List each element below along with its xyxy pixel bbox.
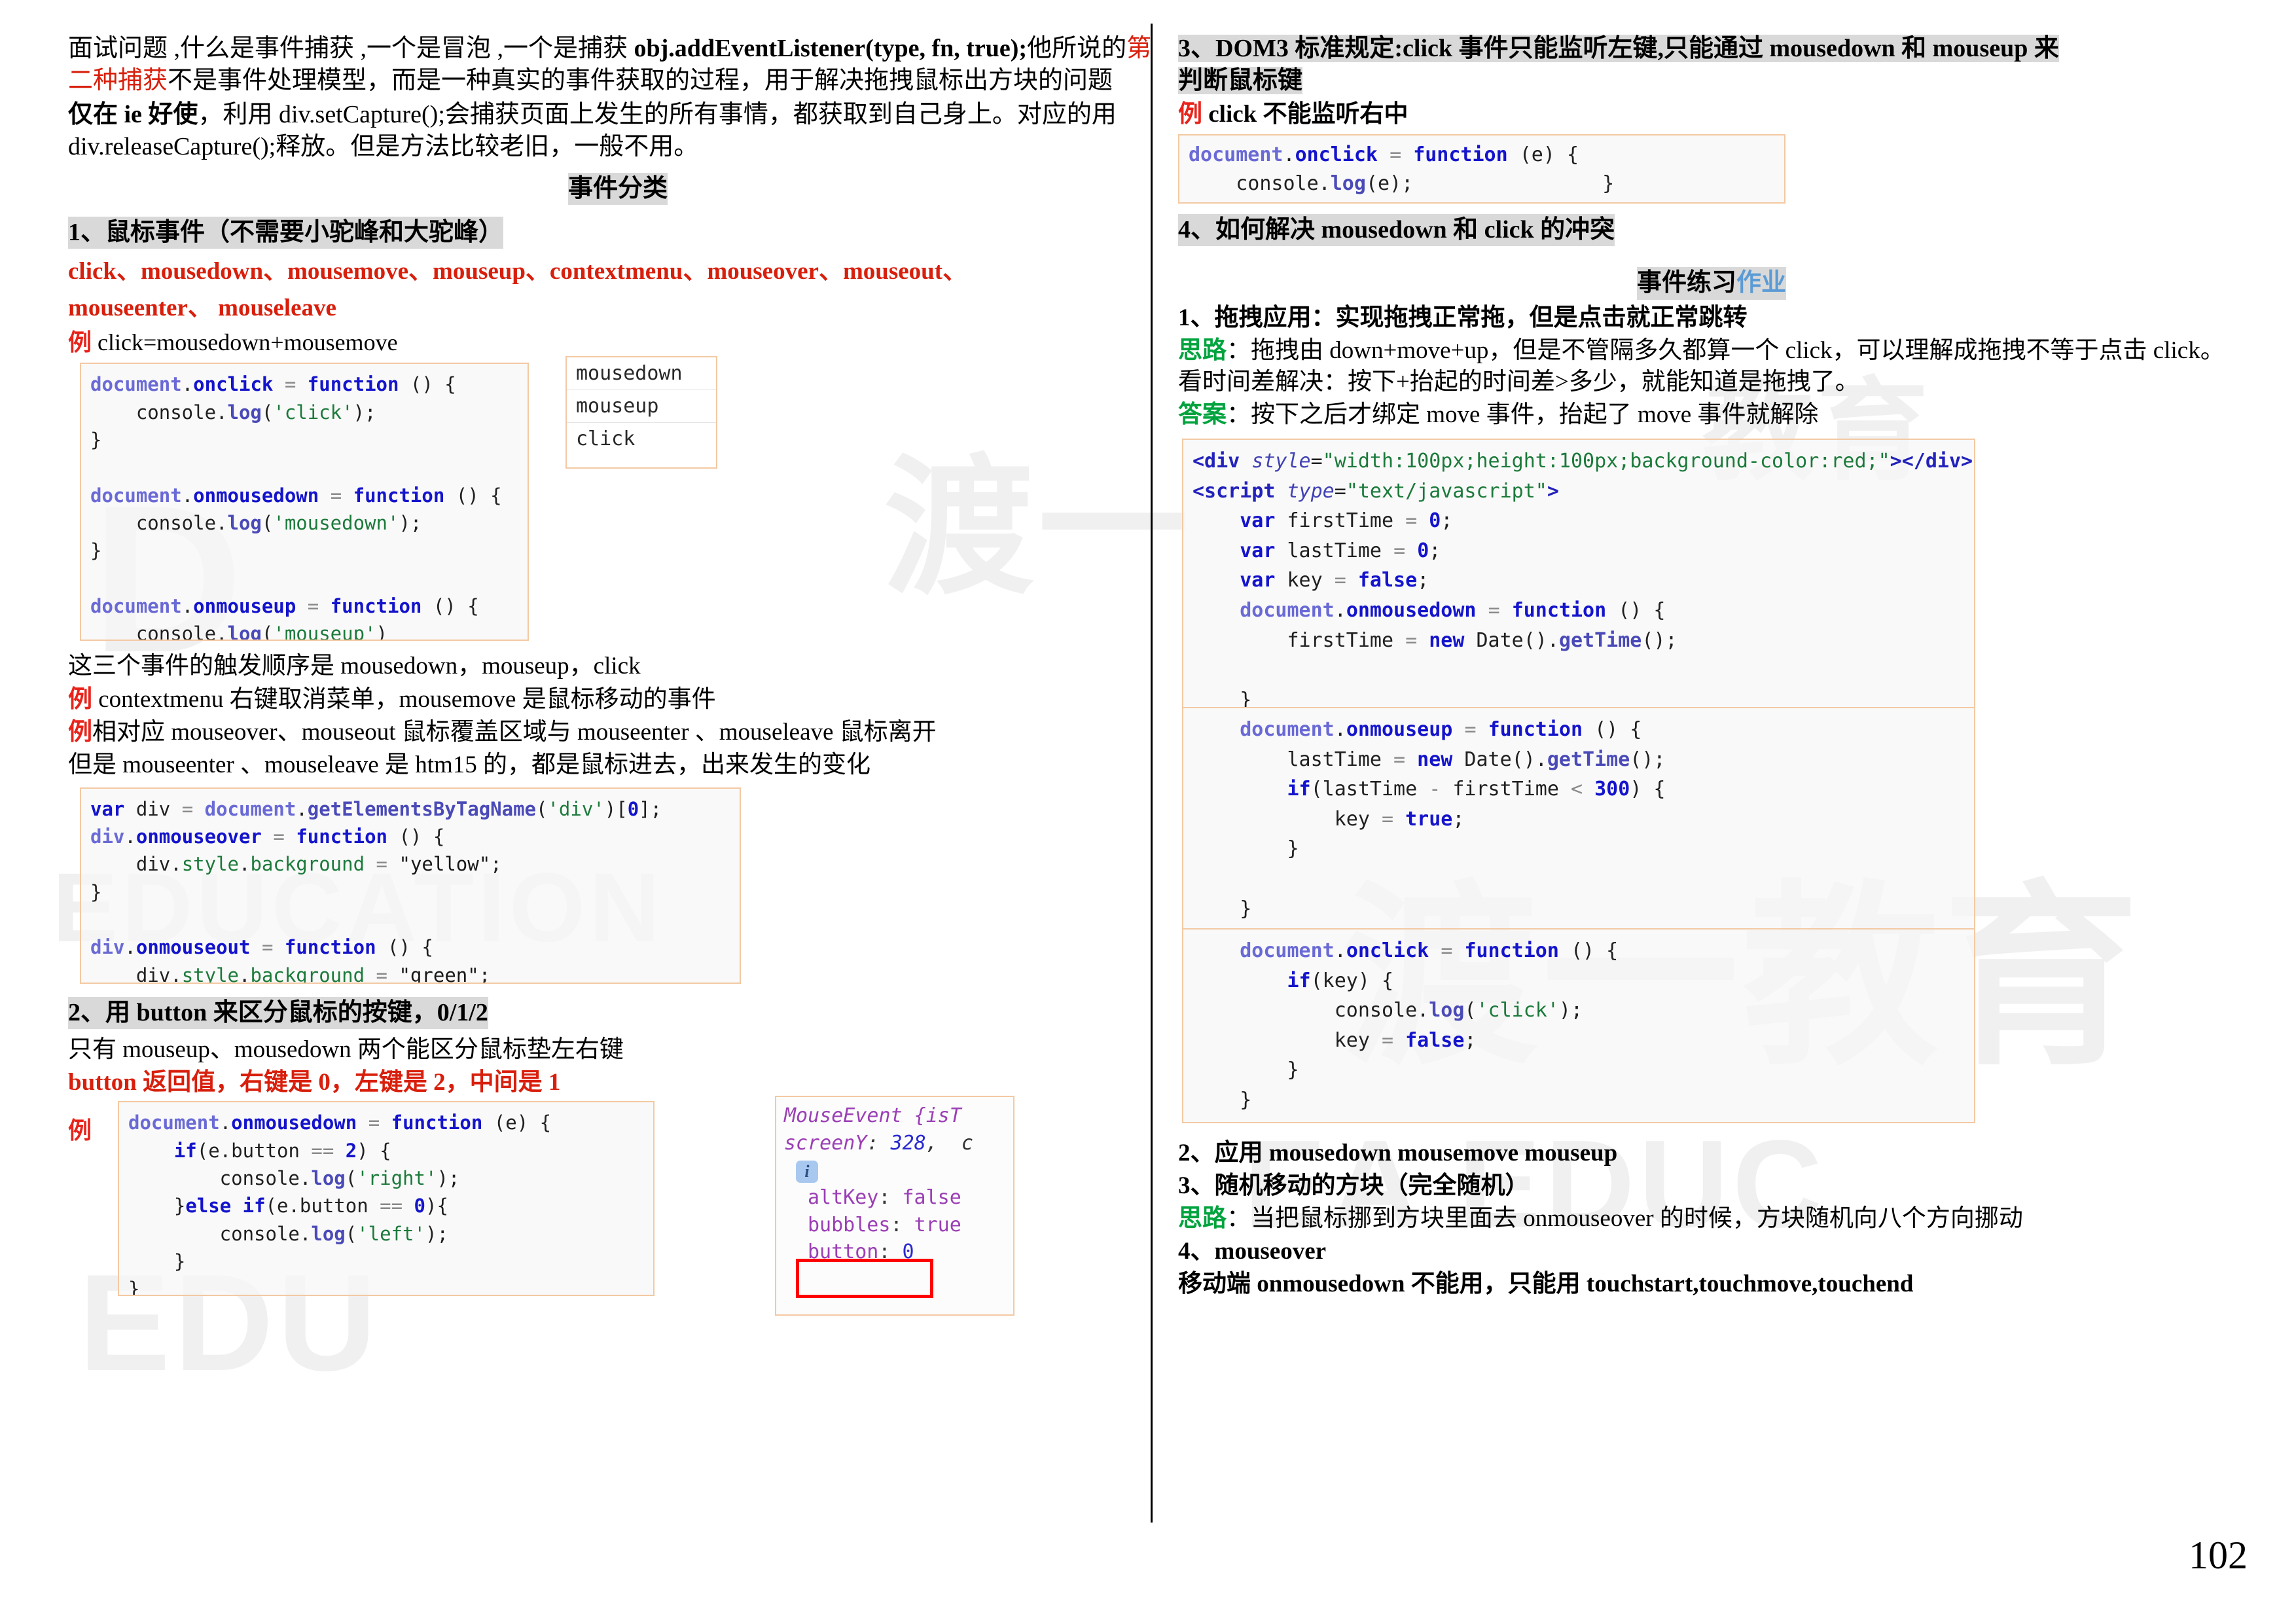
heading-mouse-events: 1、鼠标事件（不需要小驼峰和大驼峰）	[68, 216, 504, 249]
inspector-header-line: MouseEvent {isT	[784, 1102, 1007, 1129]
intro-api: obj.addEventListener(type, fn, true);	[634, 35, 1028, 62]
info-icon[interactable]: i	[796, 1161, 818, 1183]
only-mouseup-mousedown-text: 只有 mouseup、mousedown 两个能区分鼠标垫左右键	[68, 1036, 624, 1064]
ie-only-label: 仅在 ie 好使	[68, 100, 198, 128]
inspector-screeny-line: screenY: 328, c	[784, 1131, 973, 1155]
practice-title: 事件练习作业	[1636, 267, 1787, 300]
right-column: 3、DOM3 标准规定:click 事件只能监听左键,只能通过 mousedow…	[1178, 33, 2245, 1302]
heading-dom3-wrap: 3、DOM3 标准规定:click 事件只能监听左键,只能通过 mousedow…	[1178, 33, 2245, 98]
code3-region: 例 document.onmousedown = function (e) { …	[68, 1096, 1168, 1337]
events-classification-title: 事件分类	[567, 172, 668, 205]
heading-mouse-events-wrap: 1、鼠标事件（不需要小驼峰和大驼峰）	[68, 213, 1168, 251]
example-label: 例	[68, 718, 92, 746]
mouse-event-list-line2: mouseenter、 mouseleave	[68, 294, 336, 321]
practice-title-homework: 作业	[1736, 269, 1787, 297]
inspector-row: bubbles: true	[808, 1213, 961, 1236]
intro-paragraph: 面试问题 ,什么是事件捕获 ,一个是冒泡 ,一个是捕获 obj.addEvent…	[68, 33, 1168, 98]
page-number: 102	[2189, 1534, 2248, 1577]
button-return-value-text: button 返回值，右键是 0，左键是 2，中间是 1	[68, 1069, 561, 1096]
inspector-key: bubbles	[808, 1213, 891, 1236]
code-block-mouseover-mouseout: var div = document.getElementsByTagName(…	[80, 787, 741, 984]
inspector-screeny-key: screenY	[784, 1131, 867, 1155]
intro-line2-b: 不是事件处理模型，而是一种真实的事件获取的过程，用于解决拖拽鼠标出方块的问题	[168, 67, 1113, 95]
inspector-mouseevent-label: MouseEvent {isT	[784, 1104, 961, 1128]
heading-button-wrap: 2、用 button 来区分鼠标的按键，0/1/2	[68, 993, 1168, 1032]
practice-item-1-text: 实现拖拽正常拖，但是点击就正常跳转	[1335, 304, 1748, 331]
heading-button-distinguish: 2、用 button 来区分鼠标的按键，0/1/2	[68, 996, 488, 1030]
code-block-drag-part1: <div style="width:100px;height:100px;bac…	[1182, 439, 1975, 709]
example-click-no-right-text: click 不能监听右中	[1202, 100, 1408, 128]
example-click-equals: 例 click=mousedown+mousemove	[68, 327, 1168, 358]
inspector-value: 0	[902, 1240, 914, 1263]
heading-dom3-line1: 3、DOM3 标准规定:click 事件只能监听左键,只能通过 mousedow…	[1178, 35, 2059, 62]
inspector-value: false	[902, 1186, 961, 1210]
mouse-event-list-line1: click、mousedown、mousemove、mouseup、contex…	[68, 258, 967, 285]
idea-label: 思路	[1178, 1205, 1227, 1233]
idea-label: 思路	[1178, 336, 1227, 364]
idea-text: ：当把鼠标挪到方块里面去 onmouseover 的时候，方块随机向八个方向挪动	[1227, 1205, 2023, 1233]
inspector-key: altKey	[808, 1186, 879, 1210]
example-contextmenu: 例 contextmenu 右键取消菜单，mousemove 是鼠标移动的事件	[68, 684, 1168, 715]
practice-answer-1: 答案：按下之后才绑定 move 事件，抬起了 move 事件就解除	[1178, 399, 2245, 431]
example-click-text: click=mousedown+mousemove	[92, 329, 398, 355]
heading-mousedown-click-conflict: 4、如何解决 mousedown 和 click 的冲突	[1178, 213, 1615, 247]
document-page: 面试问题 ,什么是事件捕获 ,一个是冒泡 ,一个是捕获 obj.addEvent…	[0, 0, 2296, 1624]
example-label: 例	[68, 329, 92, 355]
console-output-box: mousedown mouseup click	[565, 356, 717, 469]
example-contextmenu-text: contextmenu 右键取消菜单，mousemove 是鼠标移动的事件	[92, 685, 716, 713]
code-block-click-mousedown-mouseup: document.onclick = function () { console…	[80, 363, 529, 641]
example-label: 例	[68, 1117, 92, 1144]
column-divider	[1151, 24, 1153, 1523]
console-row: mouseup	[567, 390, 716, 424]
inspector-screeny-tail: , c	[925, 1131, 973, 1155]
code-block-drag-part3: document.onclick = function () { if(key)…	[1182, 928, 1975, 1124]
intro-line1-a: 面试问题 ,什么是事件捕获 ,一个是冒泡 ,一个是捕获	[68, 35, 634, 62]
code-block-button-detect: document.onmousedown = function (e) { if…	[118, 1101, 655, 1297]
trigger-order-text: 这三个事件的触发顺序是 mousedown，mouseup，click	[68, 653, 641, 680]
example-label: 例	[1178, 100, 1202, 128]
answer-text: ：按下之后才绑定 move 事件，抬起了 move 事件就解除	[1227, 401, 1819, 428]
inspector-row: altKey: false	[808, 1186, 961, 1210]
ie-capture-text: ，利用 div.setCapture();会捕获页面上发生的所有事情，都获取到自…	[68, 100, 1117, 161]
ie-capture-paragraph: 仅在 ie 好使，利用 div.setCapture();会捕获页面上发生的所有…	[68, 99, 1168, 164]
practice-title-wrap: 事件练习作业	[1178, 263, 2245, 302]
practice-item-1-label: 1、拖拽应用：	[1178, 304, 1336, 331]
console-row: click	[576, 427, 636, 451]
code-block-onclick-log-event: document.onclick = function (e) { consol…	[1178, 134, 1785, 204]
heading-dom3-line2: 判断鼠标键	[1178, 67, 1303, 95]
code1-region: document.onclick = function () { console…	[68, 356, 1168, 651]
events-classification-title-wrap: 事件分类	[68, 169, 1168, 208]
heading-conflict-wrap: 4、如何解决 mousedown 和 click 的冲突	[1178, 210, 2245, 249]
inspector-row-button: button: 0	[808, 1240, 914, 1263]
example-mouseover-text: 相对应 mouseover、mouseout 鼠标覆盖区域与 mouseente…	[92, 718, 937, 746]
practice-item-1: 1、拖拽应用：实现拖拽正常拖，但是点击就正常跳转	[1178, 302, 2245, 334]
inspector-screeny-value: 328	[890, 1131, 926, 1155]
practice-idea-3: 思路：当把鼠标挪到方块里面去 onmouseover 的时候，方块随机向八个方向…	[1178, 1203, 2245, 1235]
console-row: mousedown	[567, 357, 716, 391]
inspector-value: true	[914, 1213, 961, 1236]
mouseenter-note: 但是 mouseenter 、mouseleave 是 htm15 的，都是鼠标…	[68, 751, 871, 778]
code-block-drag-part2: document.onmouseup = function () { lastT…	[1182, 707, 1975, 930]
example-label: 例	[68, 685, 92, 713]
answer-label: 答案	[1178, 401, 1227, 428]
example-mouseover-mouseout: 例相对应 mouseover、mouseout 鼠标覆盖区域与 mouseent…	[68, 717, 1168, 748]
practice-title-main: 事件练习	[1636, 269, 1736, 297]
example-click-no-right: 例 click 不能监听右中	[1178, 99, 2245, 130]
left-column: 面试问题 ,什么是事件捕获 ,一个是冒泡 ,一个是捕获 obj.addEvent…	[68, 33, 1168, 1337]
inspector-key: button	[808, 1240, 879, 1263]
practice-idea-1: 思路：拖拽由 down+move+up，但是不管隔多久都算一个 click，可以…	[1178, 335, 2245, 398]
mouseevent-inspector: MouseEvent {isT screenY: 328, c i altKey…	[775, 1096, 1014, 1316]
practice-item-3: 3、随机移动的方块（完全随机）	[1178, 1172, 1530, 1200]
intro-line2-a: 他所说的	[1027, 35, 1127, 62]
idea-text: ：拖拽由 down+move+up，但是不管隔多久都算一个 click，可以理解…	[1178, 336, 2225, 395]
practice-item-2: 2、应用 mousedown mousemove mouseup	[1178, 1140, 1618, 1167]
mobile-touch-note: 移动端 onmousedown 不能用，只能用 touchstart,touch…	[1178, 1271, 1914, 1298]
practice-item-4: 4、mouseover	[1178, 1238, 1327, 1265]
